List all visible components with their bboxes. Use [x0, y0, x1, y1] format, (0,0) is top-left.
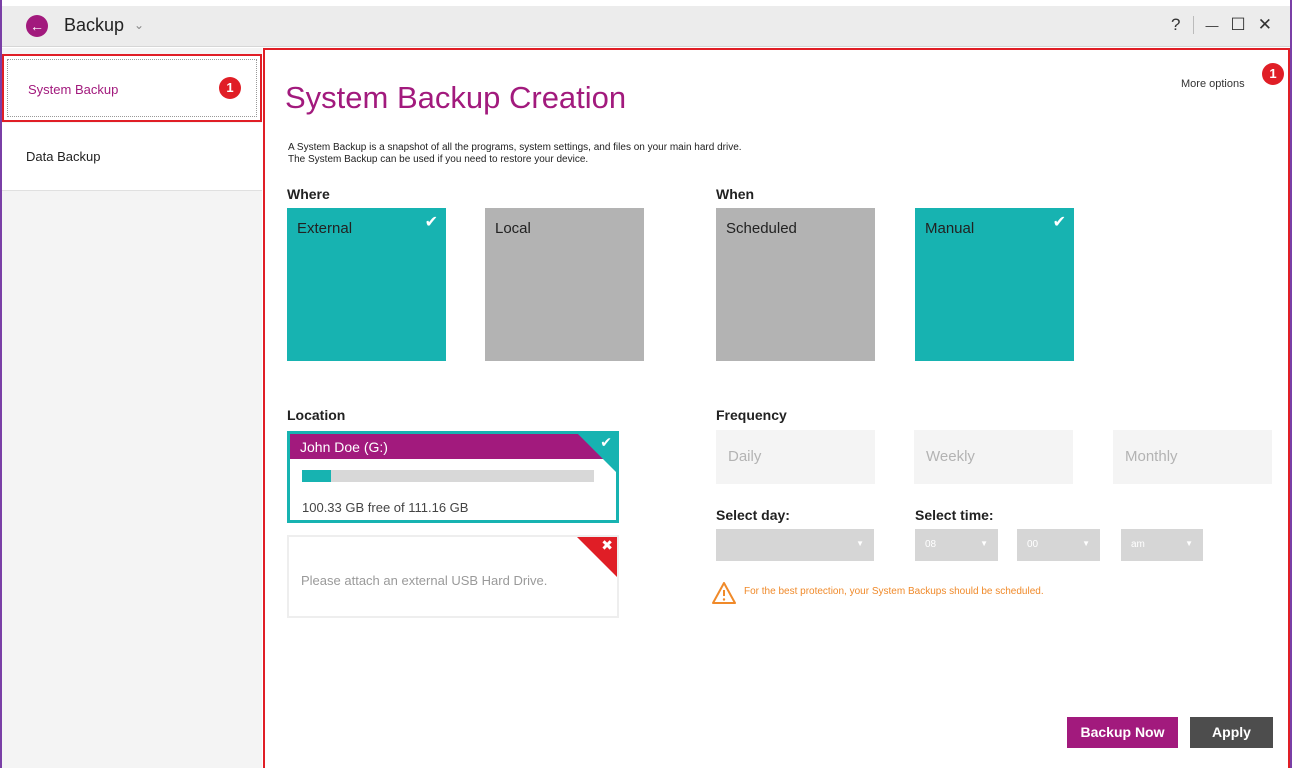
select-day-dropdown[interactable]: ▼ [716, 529, 874, 561]
chevron-down-icon: ▼ [1082, 539, 1090, 548]
maximize-button[interactable]: ☐ [1231, 15, 1246, 35]
minimize-button[interactable]: — [1206, 18, 1219, 33]
drive-usage-bar [302, 470, 594, 482]
back-button[interactable]: ← [26, 15, 48, 37]
drive-name: John Doe (G:) [290, 434, 616, 459]
frequency-monthly[interactable]: Monthly [1113, 430, 1272, 484]
close-button[interactable]: ✕ [1258, 15, 1272, 35]
sidebar-item-label: System Backup [28, 82, 119, 97]
callout-badge: 1 [219, 77, 241, 99]
frequency-option-label: Daily [728, 448, 762, 465]
app-title: Backup [64, 15, 125, 35]
where-local-tile[interactable]: Local [485, 208, 644, 361]
backup-now-button[interactable]: Backup Now [1067, 717, 1178, 748]
page-title: System Backup Creation [285, 80, 627, 115]
frequency-option-label: Weekly [926, 448, 975, 465]
checkmark-icon: ✔ [600, 434, 612, 450]
when-label: When [716, 186, 755, 202]
when-manual-tile[interactable]: Manual ✔ [915, 208, 1074, 361]
frequency-weekly[interactable]: Weekly [914, 430, 1073, 484]
warning-icon [712, 582, 736, 604]
tile-label: Local [495, 220, 531, 237]
chevron-down-icon: ▼ [856, 539, 864, 548]
drive-usage-fill [302, 470, 332, 482]
minute-dropdown[interactable]: 00 ▼ [1017, 529, 1100, 561]
usb-message: Please attach an external USB Hard Drive… [301, 573, 548, 588]
window-controls: ? — ☐ ✕ [1171, 15, 1272, 35]
select-day-label: Select day: [716, 507, 790, 523]
tile-label: Scheduled [726, 220, 797, 237]
select-time-label: Select time: [915, 507, 994, 523]
drive-free-space: 100.33 GB free of 111.16 GB [302, 500, 469, 515]
apply-button[interactable]: Apply [1190, 717, 1273, 748]
tile-label: Manual [925, 220, 975, 237]
warning-text: For the best protection, your System Bac… [744, 586, 1044, 597]
description: A System Backup is a snapshot of all the… [288, 142, 742, 166]
chevron-down-icon: ▼ [1185, 539, 1193, 548]
frequency-daily[interactable]: Daily [716, 430, 875, 484]
where-external-tile[interactable]: External ✔ [287, 208, 446, 361]
where-label: Where [287, 186, 330, 202]
sidebar-item-data-backup[interactable]: Data Backup [2, 123, 262, 191]
arrow-left-icon: ← [30, 18, 44, 34]
frequency-label: Frequency [716, 407, 787, 423]
help-button[interactable]: ? [1171, 15, 1180, 35]
more-options-link[interactable]: More options [1181, 78, 1245, 90]
checkmark-icon: ✔ [424, 214, 438, 231]
chevron-down-icon: ▼ [980, 539, 988, 548]
when-scheduled-tile[interactable]: Scheduled [716, 208, 875, 361]
title-bar: ← Backup ⌄ ? — ☐ ✕ [2, 6, 1290, 47]
tile-label: External [297, 220, 353, 237]
description-line: A System Backup is a snapshot of all the… [288, 142, 742, 153]
sidebar-item-label: Data Backup [26, 149, 101, 164]
sidebar: System Backup Data Backup [2, 48, 262, 768]
divider [1192, 16, 1194, 34]
hour-dropdown[interactable]: 08 ▼ [915, 529, 998, 561]
chevron-down-icon[interactable]: ⌄ [134, 18, 144, 32]
checkmark-icon: ✔ [1052, 214, 1066, 231]
drive-card[interactable]: John Doe (G:) ✔ 100.33 GB free of 111.16… [287, 431, 619, 523]
usb-drive-card: ✖ Please attach an external USB Hard Dri… [287, 535, 619, 618]
frequency-option-label: Monthly [1125, 448, 1178, 465]
callout-badge: 1 [1262, 63, 1284, 85]
close-icon: ✖ [601, 537, 613, 553]
description-line: The System Backup can be used if you nee… [288, 154, 589, 165]
location-label: Location [287, 407, 346, 423]
ampm-dropdown[interactable]: am ▼ [1121, 529, 1203, 561]
